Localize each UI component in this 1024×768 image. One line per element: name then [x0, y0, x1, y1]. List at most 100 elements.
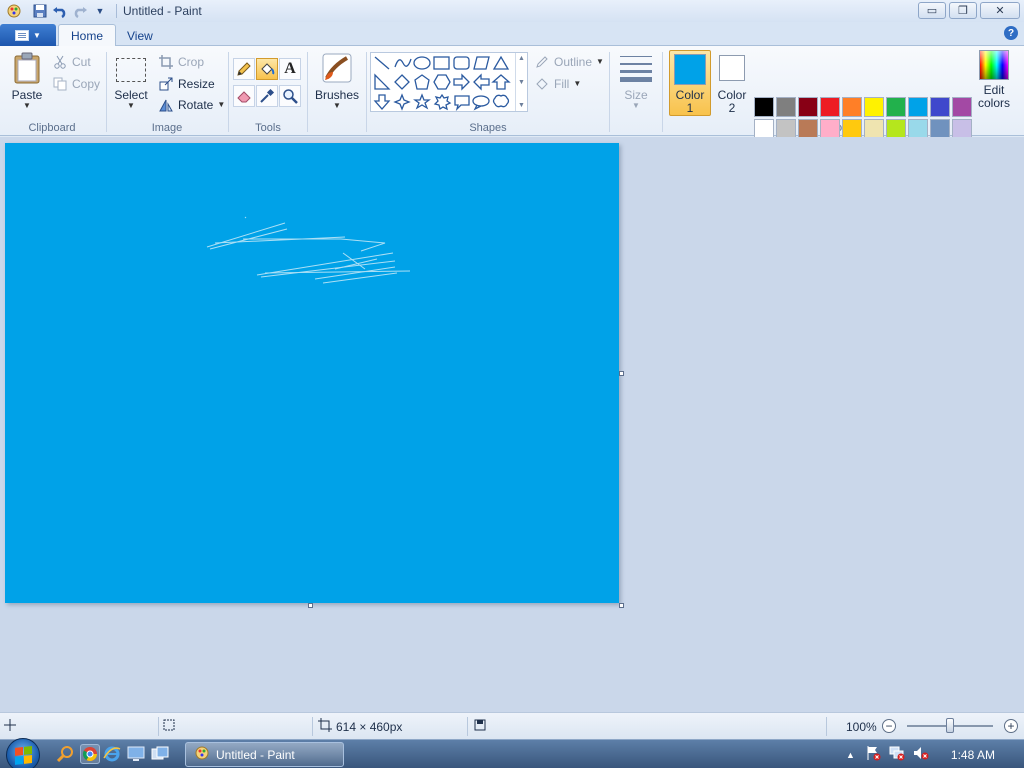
color1-button[interactable]: Color 1 [669, 50, 711, 116]
size-dropdown-icon: ▼ [632, 101, 640, 110]
customize-quick-access-icon[interactable]: ▼ [90, 2, 110, 20]
disk-icon [474, 719, 486, 734]
zoom-in-button[interactable]: + [1004, 719, 1018, 733]
palette-color-swatch[interactable] [754, 97, 774, 117]
save-icon[interactable] [30, 2, 50, 20]
shapes-group-label: Shapes [469, 122, 507, 134]
windows-logo-icon [15, 746, 32, 765]
selection-size-icon [162, 718, 176, 735]
restore-button[interactable]: ❐ [949, 2, 977, 19]
shapes-grid [373, 55, 511, 111]
palette-color-swatch[interactable] [930, 119, 950, 139]
status-bar: 614 × 460px 100% − + [0, 712, 1024, 739]
zoom-out-button[interactable]: − [882, 719, 896, 733]
paste-button[interactable]: Paste ▼ [8, 52, 46, 110]
undo-icon[interactable] [50, 2, 70, 20]
select-button[interactable]: Select ▼ [114, 54, 148, 110]
drawing-canvas[interactable] [5, 143, 619, 603]
canvas-workspace[interactable] [0, 137, 1024, 712]
fill-button[interactable]: Fill ▼ [534, 74, 581, 94]
palette-color-swatch[interactable] [820, 119, 840, 139]
window-controls: ▭ ❐ ✕ [918, 2, 1020, 19]
text-icon[interactable]: A [279, 58, 301, 80]
taskbar-item-paint[interactable]: Untitled - Paint [185, 742, 344, 767]
rotate-button[interactable]: Rotate ▼ [158, 95, 225, 115]
canvas-strokes [206, 216, 411, 284]
magnifier-icon[interactable] [279, 85, 301, 107]
pencil-icon[interactable] [233, 58, 255, 80]
clock[interactable]: 1:48 AM [951, 748, 995, 762]
palette-color-swatch[interactable] [908, 97, 928, 117]
palette-color-swatch[interactable] [754, 119, 774, 139]
image-size: 614 × 460px [318, 713, 402, 740]
select-label: Select [114, 88, 148, 102]
resize-handle-bottom[interactable] [308, 603, 313, 608]
paint-menu-button[interactable]: ▼ [0, 24, 56, 46]
palette-color-swatch[interactable] [842, 97, 862, 117]
volume-muted-icon[interactable] [913, 745, 929, 764]
palette-color-swatch[interactable] [886, 119, 906, 139]
resize-handle-right[interactable] [619, 371, 624, 376]
fill-label: Fill [554, 77, 570, 91]
outline-button[interactable]: Outline ▼ [534, 52, 604, 72]
scroll-down-icon[interactable]: ▼ [518, 79, 525, 86]
crop-button[interactable]: Crop [158, 52, 204, 72]
gallery-expand-icon[interactable]: ▼ [518, 102, 525, 109]
brushes-button[interactable]: Brushes ▼ [313, 52, 361, 110]
palette-color-swatch[interactable] [842, 119, 862, 139]
image-dimensions: 614 × 460px [336, 719, 403, 734]
palette-color-swatch[interactable] [864, 119, 884, 139]
scroll-up-icon[interactable]: ▲ [518, 55, 525, 62]
zoom-slider-thumb[interactable] [946, 718, 954, 733]
palette-color-swatch[interactable] [952, 119, 972, 139]
status-divider [158, 717, 159, 736]
palette-color-swatch[interactable] [908, 119, 928, 139]
minimize-button[interactable]: ▭ [918, 2, 946, 19]
palette-color-swatch[interactable] [820, 97, 840, 117]
paint-app-icon[interactable] [6, 3, 22, 19]
clipboard-icon [11, 52, 43, 84]
palette-color-swatch[interactable] [930, 97, 950, 117]
close-button[interactable]: ✕ [980, 2, 1020, 19]
fill-bucket-icon[interactable] [256, 58, 278, 80]
palette-color-swatch[interactable] [798, 97, 818, 117]
eraser-icon[interactable] [233, 85, 255, 107]
size-button[interactable]: Size ▼ [617, 52, 655, 110]
chrome-icon[interactable] [80, 744, 100, 764]
window-switcher-icon[interactable] [150, 744, 170, 764]
search-icon[interactable] [56, 744, 76, 764]
brushes-group: Brushes ▼ [309, 46, 365, 136]
resize-button[interactable]: Resize [158, 74, 215, 94]
show-hidden-icons-icon[interactable]: ▲ [846, 750, 855, 760]
edit-colors-button[interactable]: Edit colors [974, 50, 1014, 110]
palette-color-swatch[interactable] [952, 97, 972, 117]
crop-label: Crop [178, 55, 205, 69]
group-separator [662, 52, 663, 132]
network-icon[interactable] [889, 745, 905, 764]
taskbar: Untitled - Paint ▲ 1:48 AM [0, 738, 1024, 768]
redo-icon[interactable] [70, 2, 90, 20]
tab-home[interactable]: Home [58, 24, 117, 47]
palette-color-swatch[interactable] [798, 119, 818, 139]
color-picker-icon[interactable] [256, 85, 278, 107]
palette-color-swatch[interactable] [776, 119, 796, 139]
cut-button[interactable]: Cut [52, 52, 91, 72]
help-icon[interactable]: ? [1004, 26, 1018, 40]
palette-color-swatch[interactable] [864, 97, 884, 117]
copy-button[interactable]: Copy [52, 74, 100, 94]
tab-view[interactable]: View [115, 24, 165, 47]
show-desktop-icon[interactable] [126, 744, 146, 764]
resize-handle-corner[interactable] [619, 603, 624, 608]
shapes-scrollbar[interactable]: ▲ ▼ ▼ [515, 53, 527, 111]
dropdown-arrow-icon: ▼ [33, 30, 41, 40]
palette-color-swatch[interactable] [776, 97, 796, 117]
file-size [474, 713, 486, 740]
action-center-flag-icon[interactable] [865, 745, 881, 764]
color2-button[interactable]: Color 2 [713, 50, 751, 116]
system-tray: ▲ 1:48 AM [846, 740, 995, 768]
selection-rectangle-icon [115, 54, 147, 86]
start-button[interactable] [6, 738, 40, 768]
internet-explorer-icon[interactable] [102, 744, 122, 764]
status-divider [467, 717, 468, 736]
palette-color-swatch[interactable] [886, 97, 906, 117]
